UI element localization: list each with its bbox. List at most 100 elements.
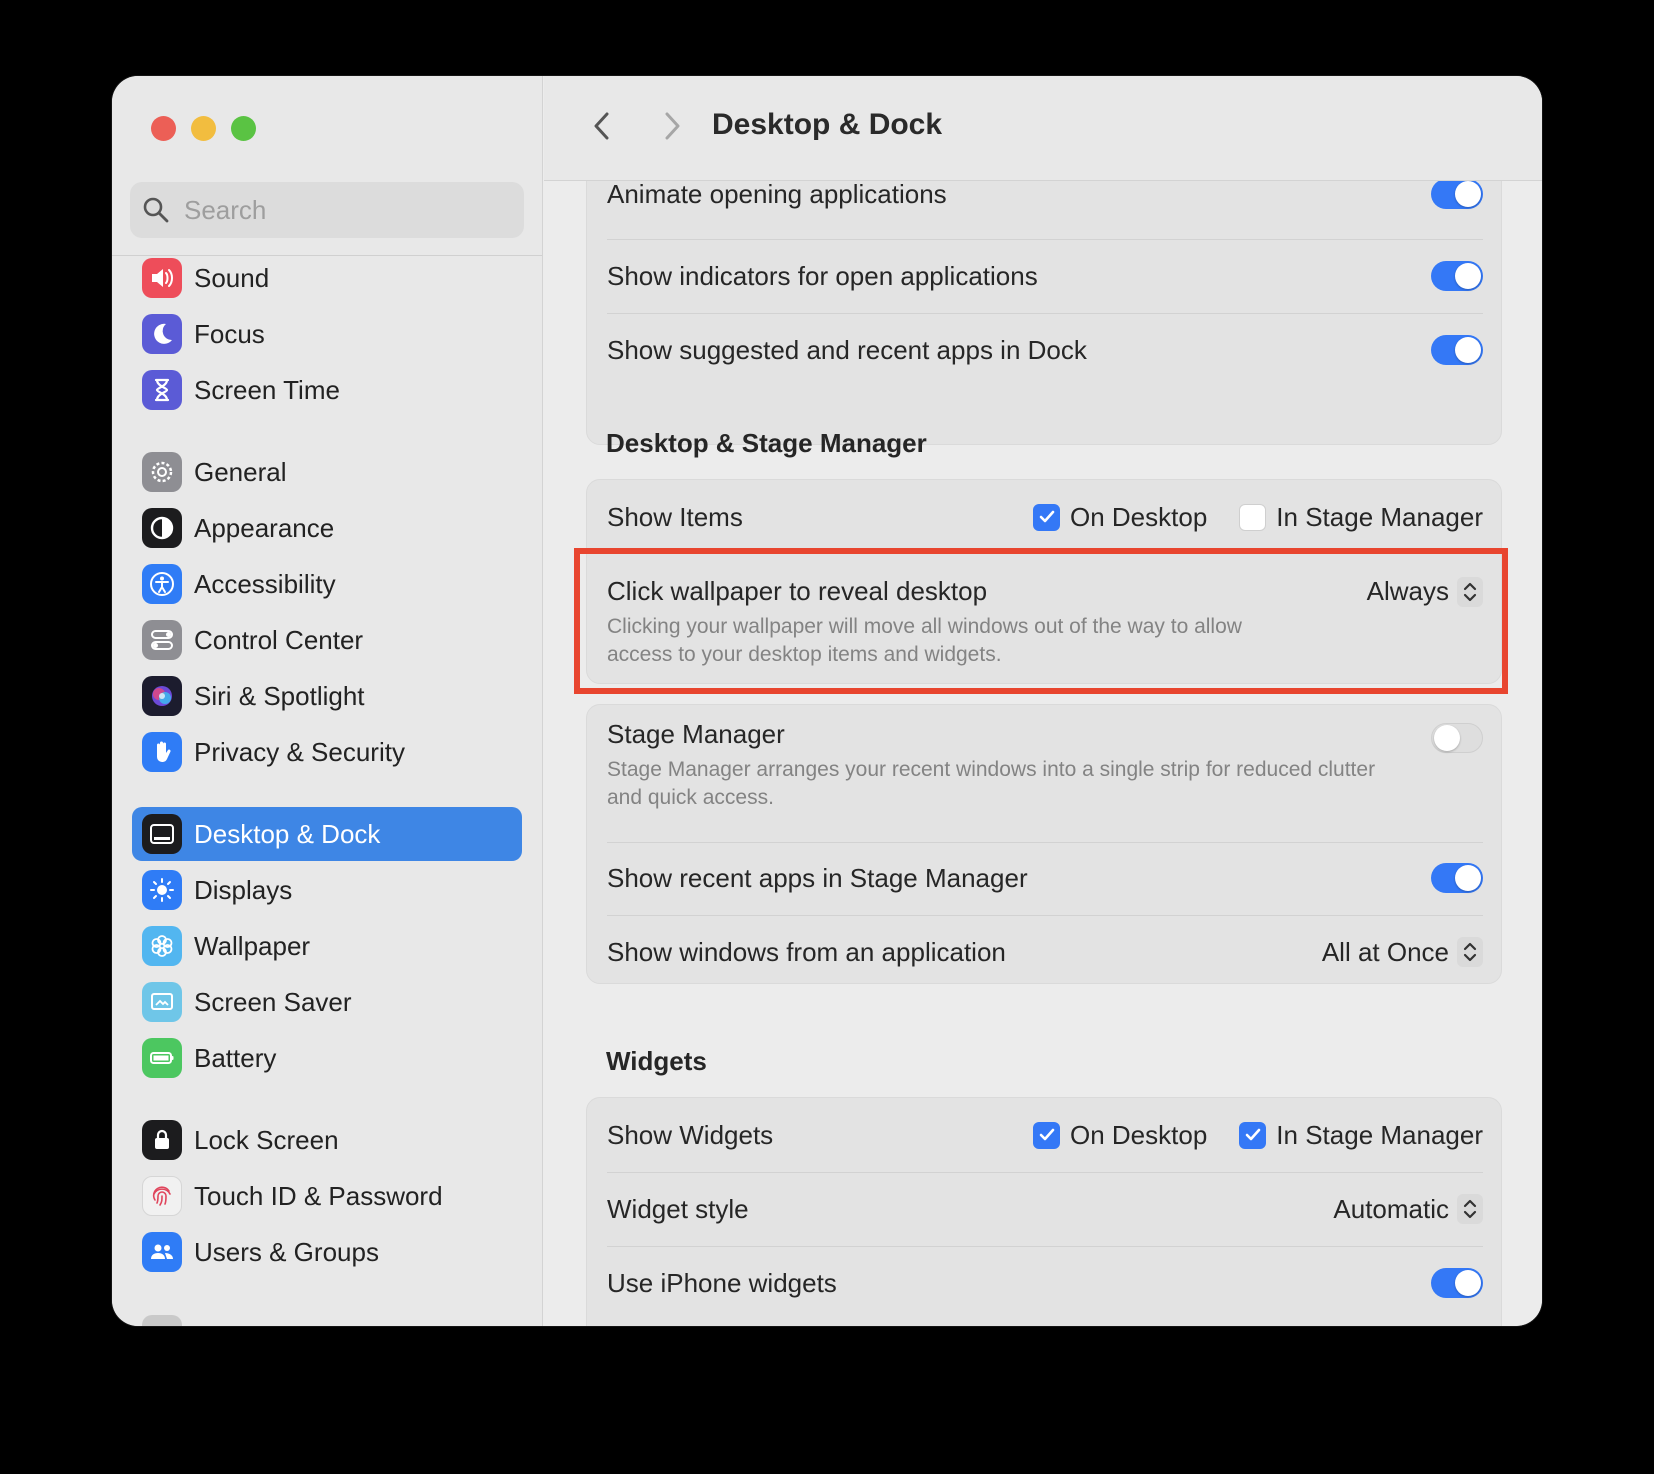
dock-settings-card: Animate opening applications Show indica… [586,136,1502,445]
widget-style-popup[interactable]: Automatic [1333,1194,1483,1225]
sidebar-item-label: Users & Groups [194,1236,379,1267]
sidebar: Sound Focus Screen Time General [112,76,543,1326]
close-window-button[interactable] [151,116,176,141]
show-indicators-toggle[interactable] [1431,261,1483,291]
show-widgets-checks: On Desktop In Stage Manager [1001,1120,1483,1151]
iphone-widgets-row: Use iPhone widgets [607,1256,1483,1310]
sidebar-item-general[interactable]: General [132,445,522,499]
recent-apps-toggle[interactable] [1431,863,1483,893]
sidebar-item-label: Focus [194,318,265,349]
stage-manager-card: Stage Manager Stage Manager arranges you… [586,704,1502,984]
sidebar-item-appearance[interactable]: Appearance [132,501,522,555]
sidebar-item-wallpaper[interactable]: Wallpaper [132,919,522,973]
dock-icon [142,814,182,854]
show-items-label: Show Items [607,501,743,532]
setting-row: Show suggested and recent apps in Dock [607,323,1483,377]
checkbox-label: In Stage Manager [1276,1119,1483,1150]
sidebar-item-battery[interactable]: Battery [132,1031,522,1085]
sidebar-item-label: Accessibility [194,568,336,599]
sidebar-item-label: Appearance [194,512,335,543]
sidebar-item-label: Battery [194,1042,277,1073]
hourglass-icon [142,370,182,410]
forward-button[interactable] [652,106,692,146]
checkbox-label: In Stage Manager [1276,501,1483,532]
chevron-left-icon [594,112,609,140]
iphone-widgets-toggle[interactable] [1431,1268,1483,1298]
sidebar-item-label: Wallpaper [194,930,311,961]
sidebar-item-siri-spotlight[interactable]: Siri & Spotlight [132,669,522,723]
sun-icon [142,870,182,910]
popup-value: All at Once [1321,936,1449,967]
page-title: Desktop & Dock [712,108,943,141]
setting-label: Show indicators for open applications [607,260,1038,291]
sidebar-item-lock-screen[interactable]: Lock Screen [132,1113,522,1167]
appearance-icon [142,508,182,548]
setting-row: Show indicators for open applications [607,249,1483,303]
sidebar-item-partial[interactable] [132,1308,522,1326]
search-field[interactable] [130,182,524,238]
partial-icon [142,1315,182,1326]
widgets-in-stage-manager-checkbox[interactable]: In Stage Manager [1239,1120,1483,1151]
sidebar-item-accessibility[interactable]: Accessibility [132,557,522,611]
row-divider [607,1246,1483,1247]
content-pane: Desktop & Dock Animate opening applicati… [544,76,1542,1326]
checkbox-label: On Desktop [1070,1119,1208,1150]
sidebar-item-screen-time[interactable]: Screen Time [132,363,522,417]
highlight-box [574,548,1508,694]
speaker-icon [142,258,182,298]
sidebar-item-label: Lock Screen [194,1124,339,1155]
checkmark-icon [1239,1121,1267,1149]
stage-manager-label: Stage Manager [607,719,785,749]
hand-icon [142,732,182,772]
users-icon [142,1232,182,1272]
sidebar-item-displays[interactable]: Displays [132,863,522,917]
checkbox-label: On Desktop [1070,501,1208,532]
sidebar-item-users-groups[interactable]: Users & Groups [132,1225,522,1279]
show-items-row: Show Items On Desktop In Stage Manager [607,490,1483,544]
suggested-apps-toggle[interactable] [1431,335,1483,365]
search-input[interactable] [184,194,504,226]
animate-apps-toggle[interactable] [1431,179,1483,209]
sidebar-item-label: Desktop & Dock [194,818,381,849]
section-title-stage: Desktop & Stage Manager [606,428,927,458]
search-icon [143,197,169,223]
sidebar-item-sound[interactable]: Sound [132,251,522,305]
widget-style-row: Widget style Automatic [607,1182,1483,1236]
flower-icon [142,926,182,966]
widgets-on-desktop-checkbox[interactable]: On Desktop [1033,1120,1207,1151]
show-widgets-row: Show Widgets On Desktop In Stage Manager [607,1108,1483,1162]
row-divider [607,1172,1483,1173]
row-divider [607,842,1483,843]
show-windows-popup[interactable]: All at Once [1322,937,1483,968]
fingerprint-icon [142,1176,182,1216]
gear-icon [142,452,182,492]
sidebar-item-privacy-security[interactable]: Privacy & Security [132,725,522,779]
minimize-window-button[interactable] [191,116,216,141]
sidebar-item-screen-saver[interactable]: Screen Saver [132,975,522,1029]
row-divider [607,239,1483,240]
moon-icon [142,314,182,354]
lock-icon [142,1120,182,1160]
on-desktop-checkbox[interactable]: On Desktop [1033,502,1207,533]
setting-label: Widget style [607,1193,749,1224]
battery-icon [142,1038,182,1078]
checkmark-icon [1033,503,1060,531]
chevron-updown-icon [1457,1194,1483,1224]
widgets-card: Show Widgets On Desktop In Stage Manager… [586,1097,1502,1326]
zoom-window-button[interactable] [231,116,256,141]
setting-label: Show suggested and recent apps in Dock [607,334,1087,365]
control-center-icon [142,620,182,660]
toolbar: Desktop & Dock [544,76,1542,181]
sidebar-item-focus[interactable]: Focus [132,307,522,361]
popup-value: Automatic [1333,1193,1449,1224]
sidebar-item-label: Privacy & Security [194,736,405,767]
sidebar-item-touch-id-password[interactable]: Touch ID & Password [132,1169,522,1223]
siri-icon [142,676,182,716]
sidebar-item-label: Screen Saver [194,986,352,1017]
stage-manager-toggle[interactable] [1431,723,1483,753]
sidebar-item-desktop-dock[interactable]: Desktop & Dock [132,807,522,861]
back-button[interactable] [582,106,622,146]
in-stage-manager-checkbox[interactable]: In Stage Manager [1239,502,1483,533]
sidebar-item-control-center[interactable]: Control Center [132,613,522,667]
show-windows-row: Show windows from an application All at … [607,925,1483,979]
